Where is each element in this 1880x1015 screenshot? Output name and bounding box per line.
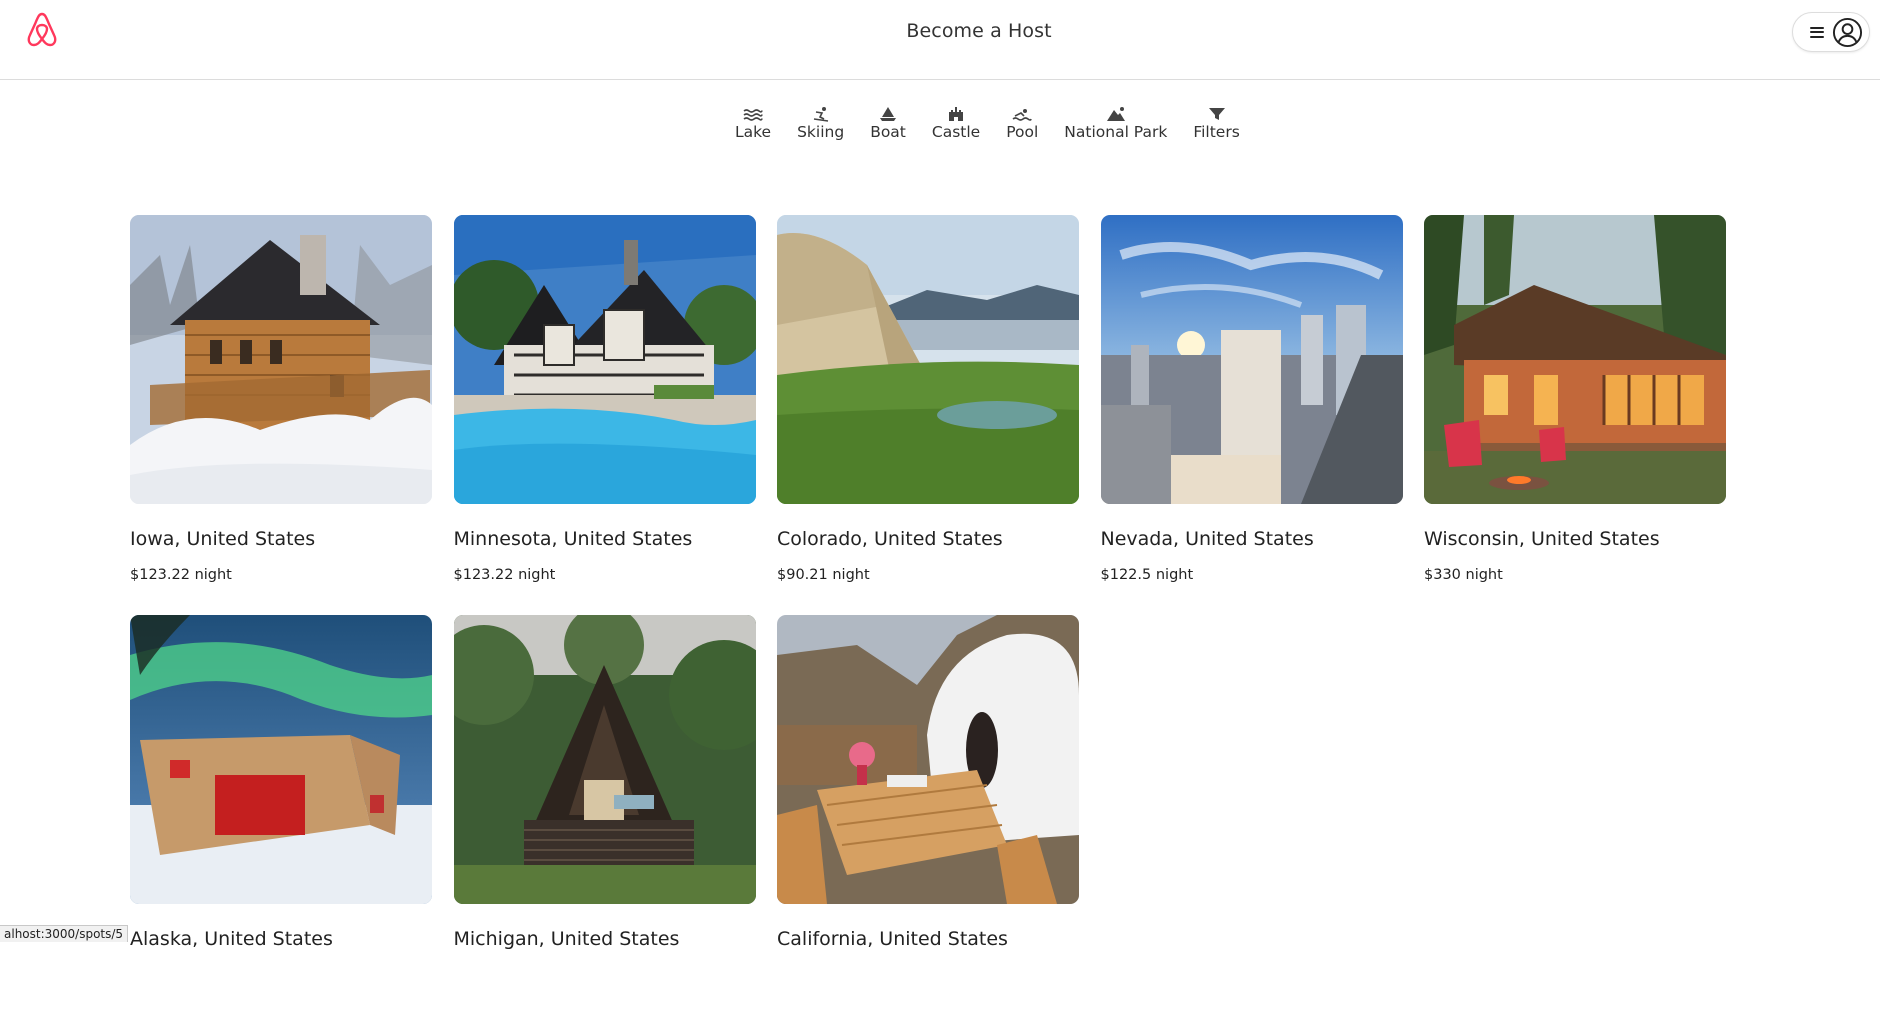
- become-host-container: Become a Host: [0, 20, 1880, 42]
- category-pool[interactable]: Pool: [1006, 105, 1038, 141]
- listing-price: $330 night: [1424, 567, 1503, 583]
- category-boat[interactable]: Boat: [870, 105, 906, 141]
- listing-photo[interactable]: [777, 615, 1079, 904]
- category-label: Skiing: [797, 123, 845, 141]
- category-label: Castle: [931, 123, 981, 141]
- listing-location: Wisconsin, United States: [1424, 528, 1660, 550]
- category-national-park[interactable]: National Park: [1064, 105, 1167, 141]
- category-filters[interactable]: Filters: [1193, 105, 1240, 141]
- listing-price: $123.22 night: [130, 567, 232, 583]
- listing-photo[interactable]: [130, 215, 432, 504]
- filter-icon: [1208, 105, 1226, 122]
- browser-status-url: alhost:3000/spots/5: [0, 925, 129, 942]
- listing-location: Alaska, United States: [130, 928, 333, 950]
- listing-card[interactable]: Michigan, United States: [453, 615, 756, 1015]
- category-castle[interactable]: Castle: [932, 105, 980, 141]
- category-label: Pool: [1006, 123, 1039, 141]
- listing-photo[interactable]: [777, 215, 1079, 504]
- listing-location: Minnesota, United States: [453, 528, 693, 550]
- listing-card[interactable]: Alaska, United States: [130, 615, 432, 1015]
- listing-location: Nevada, United States: [1100, 528, 1314, 550]
- become-host-link[interactable]: Become a Host: [906, 20, 1051, 42]
- listing-card[interactable]: California, United States: [777, 615, 1079, 1015]
- category-label: Lake: [735, 123, 772, 141]
- listing-photo[interactable]: [130, 615, 432, 904]
- top-navbar: Become a Host: [0, 0, 1880, 80]
- category-lake[interactable]: Lake: [735, 105, 771, 141]
- boat-icon: [879, 105, 897, 122]
- listing-card[interactable]: Nevada, United States $122.5 night: [1100, 215, 1403, 615]
- listing-photo[interactable]: [453, 615, 756, 904]
- listing-card[interactable]: Colorado, United States $90.21 night: [777, 215, 1079, 615]
- user-menu-button[interactable]: [1792, 12, 1870, 52]
- user-avatar-icon: [1832, 17, 1863, 47]
- castle-icon: [947, 105, 965, 122]
- listing-location: Colorado, United States: [777, 528, 1003, 550]
- listing-photo[interactable]: [1100, 215, 1403, 504]
- national-park-icon: [1106, 105, 1126, 122]
- skiing-icon: [812, 105, 830, 122]
- hamburger-menu-icon: [1810, 26, 1824, 38]
- listing-card[interactable]: Wisconsin, United States $330 night: [1424, 215, 1726, 615]
- category-label: Filters: [1193, 123, 1240, 141]
- pool-icon: [1012, 105, 1033, 122]
- listing-card[interactable]: Minnesota, United States $123.22 night: [453, 215, 756, 615]
- listing-photo[interactable]: [453, 215, 756, 504]
- listing-location: Michigan, United States: [453, 928, 680, 950]
- category-label: National Park: [1064, 123, 1168, 141]
- lake-icon: [743, 105, 763, 122]
- category-skiing[interactable]: Skiing: [797, 105, 844, 141]
- listings-grid: Iowa, United States $123.22 night Minnes…: [130, 215, 1726, 1015]
- listing-location: California, United States: [777, 928, 1008, 950]
- category-label: Boat: [870, 123, 906, 141]
- listing-price: $123.22 night: [453, 567, 556, 583]
- category-bar: Lake Skiing Boat Castle Pool National Pa…: [722, 105, 1253, 141]
- listing-price: $122.5 night: [1100, 567, 1194, 583]
- listing-card[interactable]: Iowa, United States $123.22 night: [130, 215, 432, 615]
- listing-location: Iowa, United States: [130, 528, 316, 550]
- listing-price: $90.21 night: [777, 567, 870, 583]
- listing-photo[interactable]: [1424, 215, 1726, 504]
